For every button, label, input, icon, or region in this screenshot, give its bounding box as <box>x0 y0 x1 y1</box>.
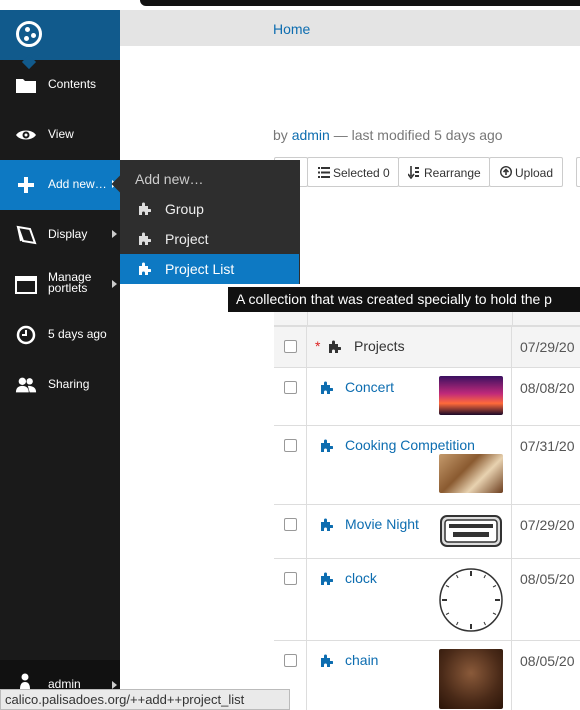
row-date: 07/31/20 <box>520 438 575 454</box>
edit-toolbar: Contents View Add new… Display Manage por… <box>0 10 120 710</box>
row-title-link[interactable]: Concert <box>345 379 394 395</box>
table-row[interactable]: chain 08/05/20 <box>274 641 580 710</box>
display-icon <box>16 225 37 245</box>
chevron-right-icon <box>112 681 117 689</box>
toolbar-view[interactable]: View <box>0 110 120 160</box>
chevron-right-icon <box>112 230 117 238</box>
toolbar-sharing[interactable]: Sharing <box>0 360 120 410</box>
row-checkbox[interactable] <box>284 340 297 353</box>
tooltip: A collection that was created specially … <box>228 287 580 312</box>
puzzle-icon <box>321 518 333 531</box>
table-row[interactable]: Concert 08/08/20 <box>274 368 580 426</box>
toolbar-contents[interactable]: Contents <box>0 60 120 110</box>
toolbar-add-new-label: Add new… <box>48 177 107 191</box>
toolbar-history-label: 5 days ago <box>48 327 107 341</box>
row-date: 08/08/20 <box>520 380 575 396</box>
submenu-item-group[interactable]: Group <box>120 194 300 224</box>
row-title-link[interactable]: chain <box>345 652 378 668</box>
toolbar-display[interactable]: Display <box>0 210 120 260</box>
top-strip <box>0 0 580 10</box>
user-icon <box>20 673 30 689</box>
status-bar-url: calico.palisadoes.org/++add++project_lis… <box>0 689 290 710</box>
document-byline: by admin — last modified 5 days ago <box>273 127 503 143</box>
table-row[interactable]: Cooking Competition 07/31/20 <box>274 426 580 505</box>
row-date: 08/05/20 <box>520 653 575 669</box>
tooltip-text: A collection that was created specially … <box>236 291 552 307</box>
eye-icon <box>16 130 36 140</box>
breadcrumb-home-link[interactable]: Home <box>273 21 310 37</box>
toolbar-manage-portlets[interactable]: Manage portlets <box>0 260 120 310</box>
rearrange-button[interactable]: Rearrange <box>398 157 490 187</box>
cooking-thumbnail <box>439 454 503 493</box>
puzzle-icon <box>321 654 333 667</box>
row-title-link[interactable]: Cooking Competition <box>345 437 475 453</box>
row-date: 07/29/20 <box>520 339 575 355</box>
plone-logo[interactable] <box>0 10 120 70</box>
clock-thumbnail <box>439 567 503 633</box>
table-row[interactable]: Movie Night 07/29/20 <box>274 505 580 559</box>
submenu-item-label: Project <box>165 231 209 247</box>
submenu-item-label: Group <box>165 201 204 217</box>
byline-modified: — last modified 5 days ago <box>333 127 503 143</box>
users-icon <box>15 377 37 393</box>
toolbar-history[interactable]: 5 days ago <box>0 310 120 360</box>
chevron-right-icon <box>112 280 117 288</box>
upload-icon <box>500 166 512 178</box>
row-checkbox[interactable] <box>284 654 297 667</box>
logo-icon <box>16 21 42 47</box>
movie-night-logo <box>439 514 503 548</box>
toolbar-display-label: Display <box>48 227 88 241</box>
required-marker: * <box>315 338 321 354</box>
puzzle-icon <box>139 202 151 215</box>
table-row-parent[interactable]: * Projects 07/29/20 <box>274 327 580 368</box>
table-row[interactable]: clock 08/05/20 <box>274 559 580 641</box>
row-date: 08/05/20 <box>520 571 575 587</box>
row-checkbox[interactable] <box>284 572 297 585</box>
submenu-item-project-list[interactable]: Project List <box>120 254 299 284</box>
submenu-heading: Add new… <box>135 171 204 187</box>
byline-author-link[interactable]: admin <box>292 127 330 143</box>
toolbar-contents-label: Contents <box>48 77 97 91</box>
upload-button[interactable]: Upload <box>489 157 563 187</box>
submenu-item-label: Project List <box>165 261 235 277</box>
puzzle-icon <box>139 232 151 245</box>
puzzle-icon <box>321 381 333 394</box>
submenu-item-project[interactable]: Project <box>120 224 300 254</box>
sort-icon <box>408 166 419 179</box>
more-button[interactable] <box>576 157 580 187</box>
row-title-link[interactable]: Movie Night <box>345 516 419 532</box>
rearrange-label: Rearrange <box>424 166 481 180</box>
byline-by: by <box>273 127 288 143</box>
list-icon <box>318 167 330 178</box>
row-checkbox[interactable] <box>284 381 297 394</box>
status-url-text: calico.palisadoes.org/++add++project_lis… <box>5 692 245 707</box>
toolbar-sharing-label: Sharing <box>48 377 90 391</box>
row-title-link[interactable]: clock <box>345 570 377 586</box>
puzzle-icon <box>321 439 333 452</box>
row-checkbox[interactable] <box>284 439 297 452</box>
puzzle-icon <box>321 572 333 585</box>
clock-icon <box>16 325 36 345</box>
row-title: Projects <box>354 338 405 354</box>
toolbar-add-new[interactable]: Add new… <box>0 160 120 210</box>
selected-button[interactable]: Selected 0 <box>307 157 399 187</box>
toolbar-view-label: View <box>48 127 74 141</box>
row-date: 07/29/20 <box>520 517 575 533</box>
plus-icon <box>18 177 34 193</box>
chain-thumbnail <box>439 649 503 709</box>
add-new-submenu: Add new… Group Project Project List <box>111 160 300 284</box>
puzzle-icon <box>329 340 341 353</box>
row-checkbox[interactable] <box>284 518 297 531</box>
folder-icon <box>16 79 36 93</box>
breadcrumb: Home <box>120 10 580 46</box>
upload-label: Upload <box>515 166 554 180</box>
selected-label: Selected 0 <box>333 166 390 180</box>
concert-thumbnail <box>439 376 503 415</box>
puzzle-icon <box>139 262 151 275</box>
toolbar-manage-portlets-label: Manage portlets <box>48 270 92 295</box>
portlets-icon <box>15 276 37 294</box>
